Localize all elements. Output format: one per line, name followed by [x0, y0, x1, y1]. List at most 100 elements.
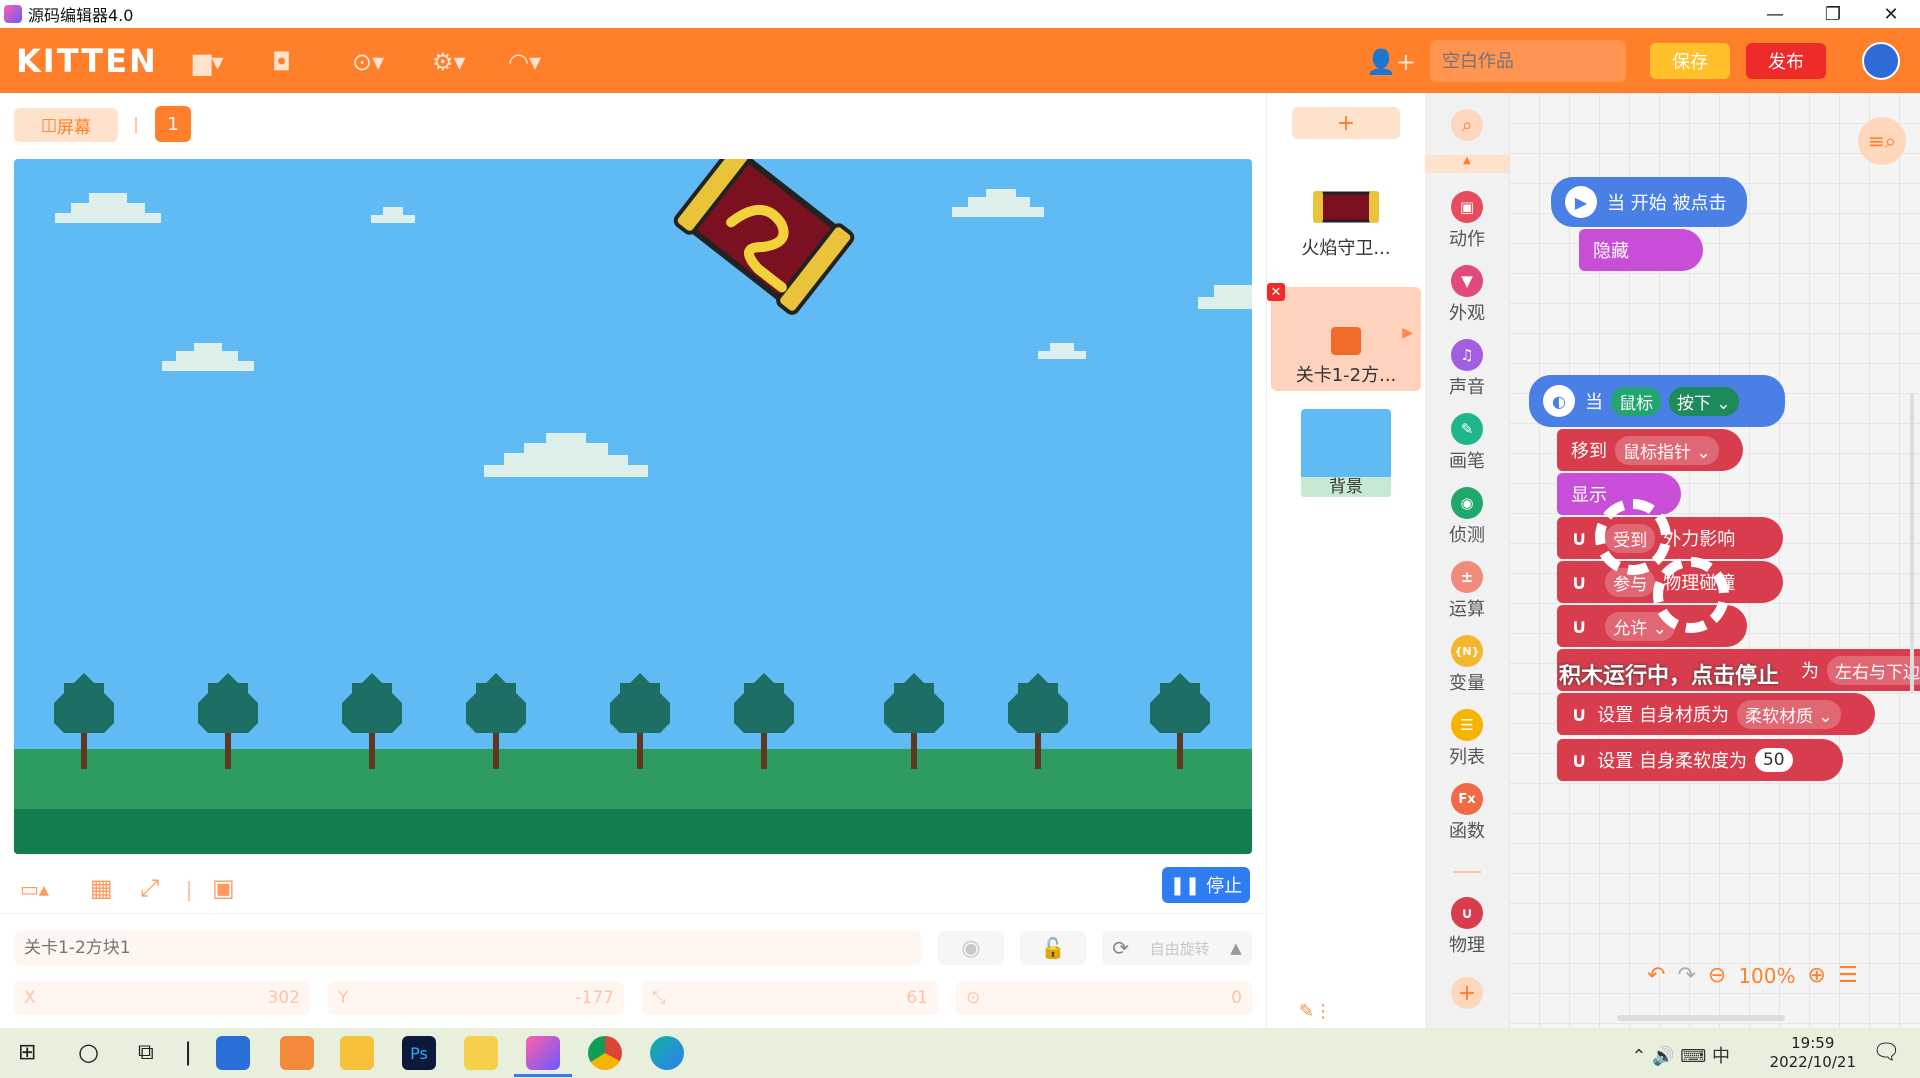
category-motion[interactable]: ▣ 动作: [1425, 191, 1509, 251]
app-icon[interactable]: [340, 1036, 374, 1070]
running-overlay[interactable]: 积木运行中，点击停止: [1559, 658, 1779, 690]
sprite-item[interactable]: 火焰守卫...: [1291, 171, 1401, 271]
functions-icon: Fx: [1451, 783, 1483, 815]
stop-button[interactable]: ❚❚ 停止: [1162, 867, 1250, 903]
x-field[interactable]: X 302: [14, 981, 310, 1015]
category-looks[interactable]: ▼ 外观: [1425, 265, 1509, 325]
tree-icon: [466, 673, 526, 769]
chevron-right-icon[interactable]: ▶: [1402, 325, 1413, 341]
restore-button[interactable]: ❐: [1804, 0, 1862, 28]
hide-block[interactable]: 隐藏: [1579, 229, 1703, 271]
user-avatar[interactable]: [1862, 42, 1900, 80]
search-blocks-icon[interactable]: ≡⌕: [1858, 117, 1906, 165]
minimize-button[interactable]: —: [1746, 0, 1804, 28]
delete-sprite-icon[interactable]: ✕: [1267, 283, 1285, 301]
category-lists[interactable]: ☰ 列表: [1425, 709, 1509, 769]
category-physics[interactable]: ∪ 物理: [1425, 897, 1509, 957]
lock-toggle[interactable]: 🔓: [1020, 931, 1086, 965]
screen-button[interactable]: ◫ 屏幕: [14, 108, 118, 142]
set-softness-block[interactable]: ∪ 设置 自身柔软度为 50: [1557, 739, 1843, 781]
pen-category-icon: ✎: [1451, 413, 1483, 445]
app-icon[interactable]: [464, 1036, 498, 1070]
photoshop-icon[interactable]: Ps: [402, 1036, 436, 1070]
ground-dark: [14, 809, 1252, 854]
fullscreen-icon[interactable]: ⤢: [140, 874, 159, 902]
search-taskbar-icon[interactable]: ○: [78, 1038, 99, 1066]
sprite-name-input[interactable]: [14, 931, 922, 965]
sensing-icon: ◉: [1451, 487, 1483, 519]
sprite-thumbnail: [1331, 327, 1361, 355]
event-start-block[interactable]: ▶ 当 开始 被点击: [1551, 177, 1747, 227]
category-operators[interactable]: ± 运算: [1425, 561, 1509, 621]
app-icon[interactable]: [280, 1036, 314, 1070]
sprite-item-selected[interactable]: ✕ 关卡1-2方... ▶: [1267, 283, 1421, 391]
event-mouse-block[interactable]: ◐ 当 鼠标 按下 ⌄: [1529, 375, 1785, 427]
undo-icon[interactable]: ↶: [1647, 963, 1665, 988]
motion-icon: ▣: [1451, 191, 1483, 223]
save-button[interactable]: 保存: [1650, 43, 1730, 79]
zoom-out-icon[interactable]: ⊖: [1708, 963, 1726, 988]
boundary-dropdown[interactable]: 左右与下边缘: [1827, 655, 1920, 685]
background-item[interactable]: 背景: [1291, 409, 1401, 509]
publish-button[interactable]: 发布: [1746, 43, 1826, 79]
category-sound[interactable]: ♫ 声音: [1425, 339, 1509, 399]
backpack-icon[interactable]: ◘: [272, 48, 291, 76]
tree-icon: [342, 673, 402, 769]
category-variables[interactable]: {N} 变量: [1425, 635, 1509, 695]
windows-start-icon[interactable]: ⊞: [18, 1040, 36, 1065]
search-icon[interactable]: ⌕: [1451, 109, 1483, 141]
notification-icon[interactable]: 🗨: [1872, 1040, 1900, 1065]
code-editor-taskbar-icon[interactable]: [526, 1036, 560, 1070]
category-pen[interactable]: ✎ 画笔: [1425, 413, 1509, 473]
scroll-up-button[interactable]: ▲: [1425, 155, 1509, 173]
help-icon[interactable]: ⊙▾: [352, 48, 384, 76]
tidy-blocks-icon[interactable]: ☰: [1838, 963, 1858, 988]
windows-taskbar: ⊞ ○ ⧉ | Ps ⌃ 🔊 ⌨ 中 19:59 2022/10/21 🗨: [0, 1028, 1920, 1078]
softness-input[interactable]: 50: [1754, 748, 1793, 772]
record-icon[interactable]: ▣: [212, 874, 235, 902]
project-name-input[interactable]: [1430, 40, 1626, 82]
task-view-icon[interactable]: ⧉: [138, 1040, 154, 1065]
fire-guard-sprite[interactable]: [654, 159, 874, 329]
rotation-mode-select[interactable]: ⟳ 自由旋转 ▲: [1102, 931, 1252, 965]
vertical-scrollbar[interactable]: [1910, 393, 1914, 693]
edge-icon[interactable]: [650, 1036, 684, 1070]
stage-canvas[interactable]: [14, 159, 1252, 854]
material-dropdown[interactable]: 柔软材质 ⌄: [1736, 699, 1841, 729]
pen-icon[interactable]: ✎⋮: [1299, 1001, 1332, 1022]
stage-size-icon[interactable]: ▭▴: [20, 877, 49, 901]
system-tray-icons[interactable]: ⌃ 🔊 ⌨ 中: [1631, 1042, 1730, 1068]
y-field[interactable]: Y -177: [328, 981, 624, 1015]
block-workspace[interactable]: ≡⌕ ▶ 当 开始 被点击 隐藏 ◐ 当 鼠标 按下 ⌄ 移到 鼠标指针 ⌄ 显…: [1509, 93, 1920, 1028]
add-extension-icon[interactable]: +: [1451, 977, 1483, 1009]
category-sensing[interactable]: ◉ 侦测: [1425, 487, 1509, 547]
direction-icon: ⊙: [966, 988, 981, 1008]
add-sprite-button[interactable]: +: [1292, 107, 1400, 139]
divider: |: [184, 1038, 193, 1066]
scene-number-button[interactable]: 1: [155, 106, 191, 142]
visibility-toggle[interactable]: ◉: [938, 931, 1004, 965]
photos-app-icon[interactable]: [216, 1036, 250, 1070]
cloud-icon: [371, 207, 415, 223]
grid-icon[interactable]: ▦: [90, 874, 113, 902]
tree-icon: [1008, 673, 1068, 769]
size-field[interactable]: ⤡ 61: [642, 981, 938, 1015]
redo-icon[interactable]: ↷: [1677, 963, 1695, 988]
zoom-in-icon[interactable]: ⊕: [1808, 963, 1826, 988]
wifi-icon[interactable]: ◠▾: [508, 48, 541, 76]
move-target-dropdown[interactable]: 鼠标指针 ⌄: [1615, 435, 1719, 465]
direction-field[interactable]: ⊙ 0: [956, 981, 1252, 1015]
lock-icon: 🔓: [1040, 936, 1066, 960]
horizontal-scrollbar[interactable]: [1617, 1015, 1785, 1021]
category-functions[interactable]: Fx 函数: [1425, 783, 1509, 843]
folder-icon[interactable]: ▆▾: [193, 48, 224, 76]
close-button[interactable]: ✕: [1862, 0, 1920, 28]
clock[interactable]: 19:59 2022/10/21: [1770, 1034, 1856, 1072]
set-material-block[interactable]: ∪ 设置 自身材质为 柔软材质 ⌄: [1557, 693, 1875, 735]
pressed-dropdown[interactable]: 按下 ⌄: [1669, 386, 1739, 416]
add-collaborator-icon[interactable]: 👤+: [1366, 48, 1416, 76]
tree-icon: [734, 673, 794, 769]
chrome-icon[interactable]: [588, 1036, 622, 1070]
settings-icon[interactable]: ⚙▾: [432, 48, 466, 76]
move-to-block[interactable]: 移到 鼠标指针 ⌄: [1557, 429, 1743, 471]
